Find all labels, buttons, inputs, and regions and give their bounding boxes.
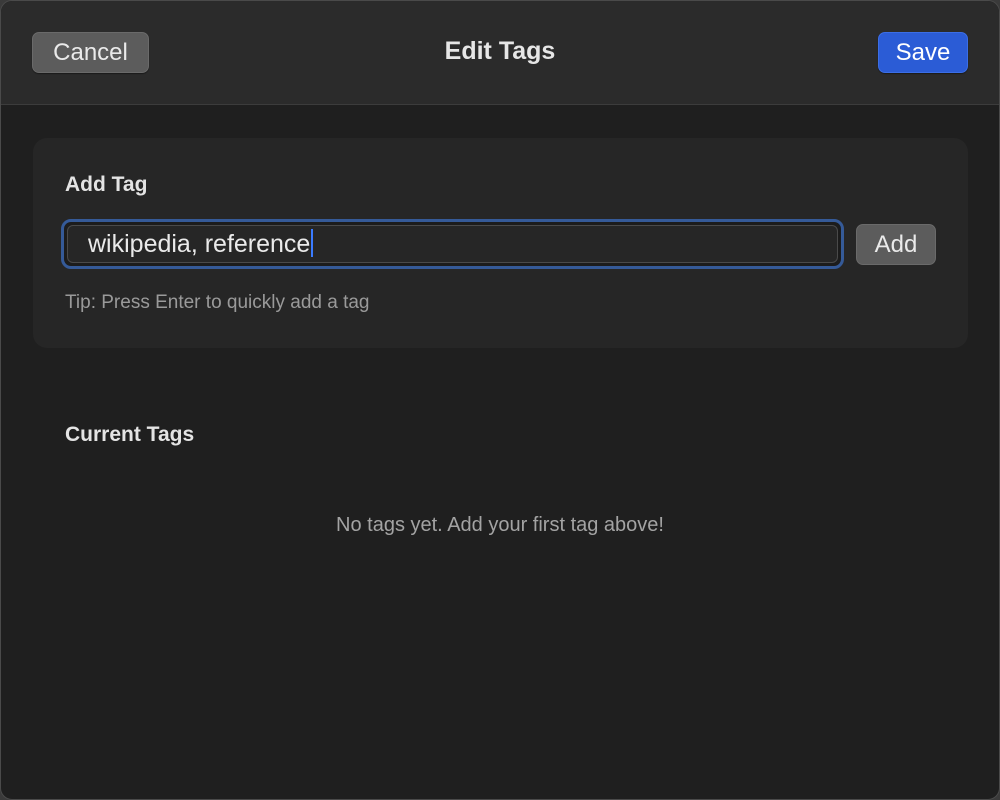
dialog-title: Edit Tags <box>444 37 556 65</box>
tag-input[interactable]: wikipedia, reference <box>67 225 838 263</box>
tag-input-focus-ring: wikipedia, reference <box>61 219 844 269</box>
save-button[interactable]: Save <box>878 32 968 73</box>
add-tag-label: Add Tag <box>65 173 148 196</box>
tag-input-value: wikipedia, reference <box>88 230 311 258</box>
dialog-header: Cancel Edit Tags Save <box>1 1 999 105</box>
current-tags-label: Current Tags <box>65 423 195 446</box>
edit-tags-dialog: Cancel Edit Tags Save Add Tag wikipedia,… <box>0 0 1000 800</box>
text-caret <box>311 229 314 257</box>
add-tag-button[interactable]: Add <box>856 224 936 265</box>
add-tag-tip: Tip: Press Enter to quickly add a tag <box>65 292 370 313</box>
empty-tags-message: No tags yet. Add your first tag above! <box>336 514 664 536</box>
